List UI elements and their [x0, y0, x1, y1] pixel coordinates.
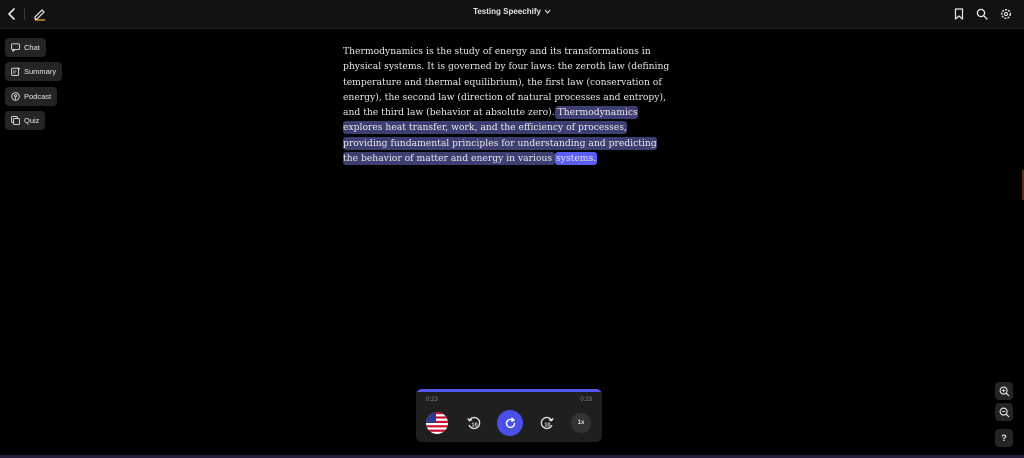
speed-button[interactable]: 1x [571, 413, 591, 433]
elapsed-time: 0:23 [426, 397, 438, 403]
chat-icon [11, 43, 20, 52]
current-word-highlight[interactable]: systems. [555, 152, 598, 166]
replay-icon [505, 417, 515, 428]
zoom-in-icon [999, 386, 1009, 396]
sidebar-item-chat[interactable]: Chat [5, 38, 46, 57]
top-bar: Testing Speechify [0, 0, 1024, 29]
skip-back-seconds: 10 [472, 423, 478, 429]
sidebar-item-summary[interactable]: Summary [5, 62, 63, 81]
sidebar-item-label: Chat [24, 43, 40, 52]
sidebar-item-label: Summary [24, 67, 57, 76]
speed-label: 1x [577, 420, 585, 426]
audio-player: 0:23 0:23 10 10 1x [416, 389, 602, 442]
search-icon [976, 8, 988, 20]
skip-forward-seconds: 10 [544, 423, 550, 429]
sidebar-item-quiz[interactable]: Quiz [5, 111, 46, 130]
progress-fill [416, 389, 602, 392]
sidebar-item-label: Quiz [24, 116, 40, 125]
page-title: Testing Speechify [473, 7, 541, 16]
skip-back-button[interactable]: 10 [462, 411, 486, 435]
zoom-out-icon [999, 407, 1009, 417]
pencil-icon [34, 9, 45, 21]
sidebar-item-label: Podcast [24, 92, 52, 101]
total-time: 0:23 [580, 397, 592, 403]
edit-button[interactable] [32, 6, 48, 22]
document-paragraph: Thermodynamics is the study of energy an… [343, 44, 673, 166]
gear-icon [1000, 8, 1012, 20]
settings-button[interactable] [998, 6, 1014, 22]
rewind-10-icon: 10 [467, 416, 481, 430]
back-button[interactable] [4, 6, 20, 22]
voice-select-button[interactable] [426, 412, 448, 434]
zoom-in-button[interactable] [995, 382, 1013, 400]
help-button[interactable]: ? [995, 429, 1013, 447]
chevron-down-icon [544, 9, 551, 14]
help-label: ? [1001, 433, 1007, 443]
toolbar-divider [24, 8, 25, 20]
chevron-left-icon [8, 8, 15, 20]
sidebar-item-podcast[interactable]: Podcast [5, 87, 58, 106]
bookmark-icon [954, 8, 964, 20]
us-flag-icon [426, 412, 448, 434]
skip-forward-button[interactable]: 10 [535, 411, 559, 435]
quiz-icon [11, 116, 20, 125]
forward-10-icon: 10 [540, 416, 554, 430]
document-reader: Thermodynamics is the study of energy an… [343, 44, 673, 166]
summary-icon [11, 67, 20, 76]
search-button[interactable] [974, 6, 990, 22]
bookmark-button[interactable] [951, 6, 967, 22]
zoom-out-button[interactable] [995, 403, 1013, 421]
podcast-icon [11, 92, 20, 101]
replay-button[interactable] [497, 410, 523, 436]
progress-bar[interactable] [416, 389, 602, 392]
document-title-dropdown[interactable]: Testing Speechify [473, 7, 551, 16]
